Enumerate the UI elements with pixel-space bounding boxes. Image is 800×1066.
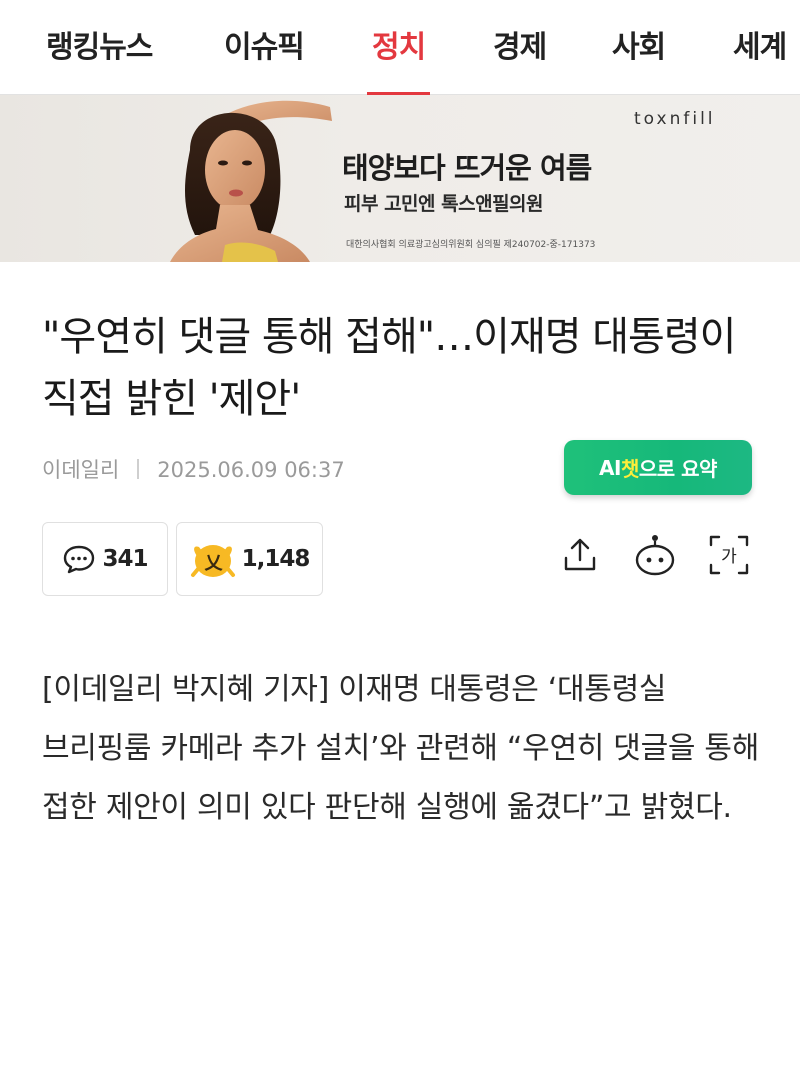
tab-ranking-news[interactable]: 랭킹뉴스 xyxy=(46,22,153,95)
ad-brand-logo: toxnfill xyxy=(634,109,716,129)
tab-politics[interactable]: 정치 xyxy=(367,22,431,96)
font-size-glyph: 가 xyxy=(721,547,737,567)
reaction-emoji-icon: 乂 xyxy=(190,545,235,577)
chatbot-icon xyxy=(635,535,675,576)
tab-economy[interactable]: 경제 xyxy=(493,22,547,95)
tab-label: 사회 xyxy=(612,30,666,65)
ai-summary-suffix: 으로 요약 xyxy=(638,457,718,481)
ai-summary-highlight: 챗 xyxy=(620,457,639,481)
tab-label: 경제 xyxy=(493,30,547,65)
chatbot-button[interactable] xyxy=(632,530,678,580)
category-nav: 랭킹뉴스 이슈픽 정치 경제 사회 세계 xyxy=(0,0,800,96)
tab-label: 세계 xyxy=(733,30,787,65)
share-icon xyxy=(564,538,596,571)
reaction-count: 1,148 xyxy=(241,546,311,572)
reaction-glyph: 乂 xyxy=(203,553,223,574)
article-meta: 이데일리 2025.06.09 06:37 xyxy=(42,454,345,484)
tab-world[interactable]: 세계 xyxy=(733,22,787,95)
article-title: "우연히 댓글 통해 접해"…이재명 대통령이 직접 밝힌 '제안' xyxy=(42,314,736,422)
tab-society[interactable]: 사회 xyxy=(612,22,666,95)
ad-subline: 피부 고민엔 톡스앤필의원 xyxy=(344,193,544,215)
tab-label: 정치 xyxy=(372,30,426,65)
ad-headline: 태양보다 뜨거운 여름 xyxy=(342,151,592,185)
font-size-icon: 가 xyxy=(709,535,749,575)
tab-label: 랭킹뉴스 xyxy=(46,30,153,65)
comment-icon xyxy=(64,545,95,574)
ad-disclaimer: 대한의사협회 의료광고심의위원회 심의필 제240702-중-171373 xyxy=(346,240,596,250)
article-datetime: 2025.06.09 06:37 xyxy=(157,458,345,482)
comment-button[interactable]: 341 xyxy=(42,522,168,596)
tab-label: 이슈픽 xyxy=(224,30,305,65)
reaction-button[interactable]: 乂 1,148 xyxy=(176,522,323,596)
article-source: 이데일리 xyxy=(42,458,120,482)
ai-summary-button[interactable]: AI 챗 으로 요약 xyxy=(564,440,752,495)
ai-summary-prefix: AI xyxy=(599,455,621,480)
article-body: [이데일리 박지혜 기자] 이재명 대통령은 ‘대통령실 브리핑룸 카메라 추가… xyxy=(42,672,760,825)
tab-issue-pick[interactable]: 이슈픽 xyxy=(224,22,305,95)
meta-divider xyxy=(137,459,140,479)
share-button[interactable] xyxy=(557,530,603,580)
ad-model-photo xyxy=(170,100,332,262)
ad-banner[interactable]: toxnfill 태양보다 뜨거운 여름 피부 고민엔 톡스앤필의원 대한의사협… xyxy=(0,95,800,262)
font-size-button[interactable]: 가 xyxy=(706,530,752,580)
comment-count: 341 xyxy=(102,546,148,572)
